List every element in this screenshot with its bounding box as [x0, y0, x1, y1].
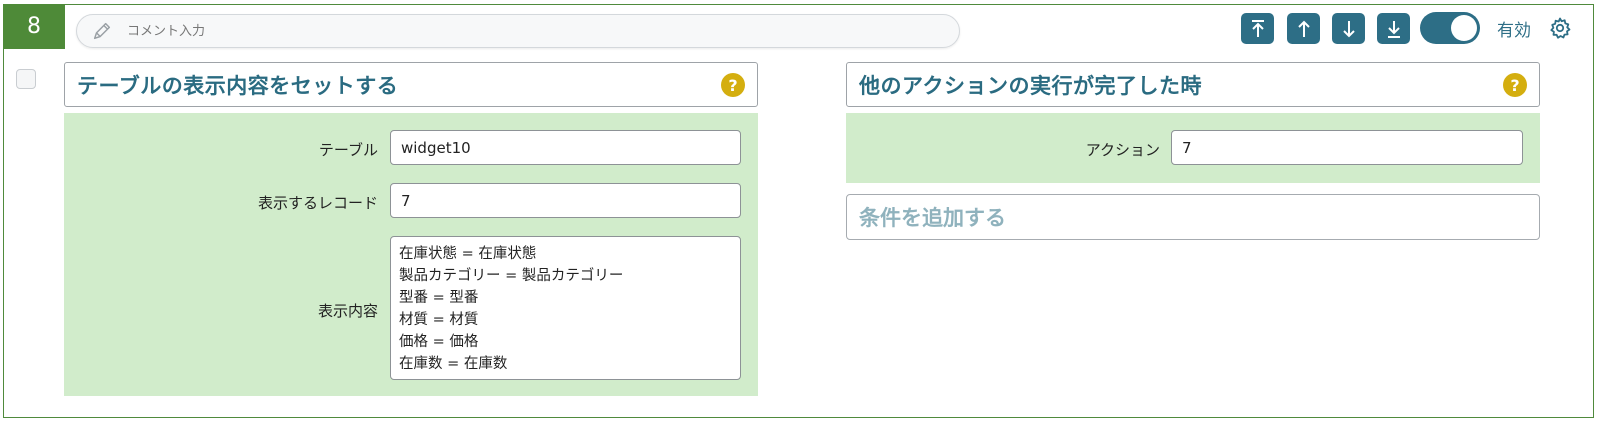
display-content-textarea[interactable]: 在庫状態 = 在庫状態 製品カテゴリー = 製品カテゴリー 型番 = 型番 材質… [390, 236, 741, 380]
move-bottom-icon [1387, 20, 1400, 38]
select-checkbox[interactable] [16, 69, 36, 89]
trigger-panel-title: 他のアクションの実行が完了した時 [859, 73, 1202, 98]
pencil-icon [93, 22, 111, 40]
content-line: 価格 = 価格 [399, 334, 479, 350]
enabled-toggle[interactable] [1420, 12, 1480, 44]
comment-input[interactable] [125, 22, 889, 40]
trigger-panel-header[interactable]: 他のアクションの実行が完了した時 ? [846, 62, 1540, 107]
move-up-button[interactable] [1287, 13, 1320, 44]
gear-icon[interactable] [1548, 16, 1572, 40]
record-label: 表示するレコード [257, 194, 378, 212]
move-top-button[interactable] [1241, 13, 1274, 44]
move-down-button[interactable] [1332, 13, 1365, 44]
enabled-label: 有効 [1497, 21, 1531, 41]
arrow-down-icon [1342, 20, 1355, 37]
toggle-knob [1451, 15, 1477, 41]
table-label: テーブル [318, 141, 378, 159]
arrow-up-icon [1297, 20, 1310, 37]
help-icon[interactable]: ? [1503, 73, 1527, 97]
action-field[interactable]: 7 [1171, 130, 1523, 165]
content-line: 材質 = 材質 [399, 312, 479, 328]
step-number-badge: 8 [3, 4, 65, 49]
content-line: 型番 = 型番 [399, 290, 479, 306]
action-panel-title: テーブルの表示内容をセットする [77, 73, 399, 98]
add-condition-label: 条件を追加する [859, 206, 1006, 230]
move-top-icon [1251, 19, 1264, 37]
record-field[interactable]: 7 [390, 183, 741, 218]
display-content-label: 表示内容 [317, 302, 378, 320]
action-label: アクション [1085, 141, 1160, 159]
action-panel-header[interactable]: テーブルの表示内容をセットする ? [64, 62, 758, 107]
help-icon[interactable]: ? [721, 73, 745, 97]
move-bottom-button[interactable] [1377, 13, 1410, 44]
content-line: 製品カテゴリー = 製品カテゴリー [399, 268, 624, 284]
content-line: 在庫状態 = 在庫状態 [399, 246, 537, 262]
comment-bar[interactable] [76, 14, 960, 48]
add-condition-button[interactable]: 条件を追加する [846, 194, 1540, 240]
content-line: 在庫数 = 在庫数 [399, 356, 508, 372]
table-field[interactable]: widget10 [390, 130, 741, 165]
